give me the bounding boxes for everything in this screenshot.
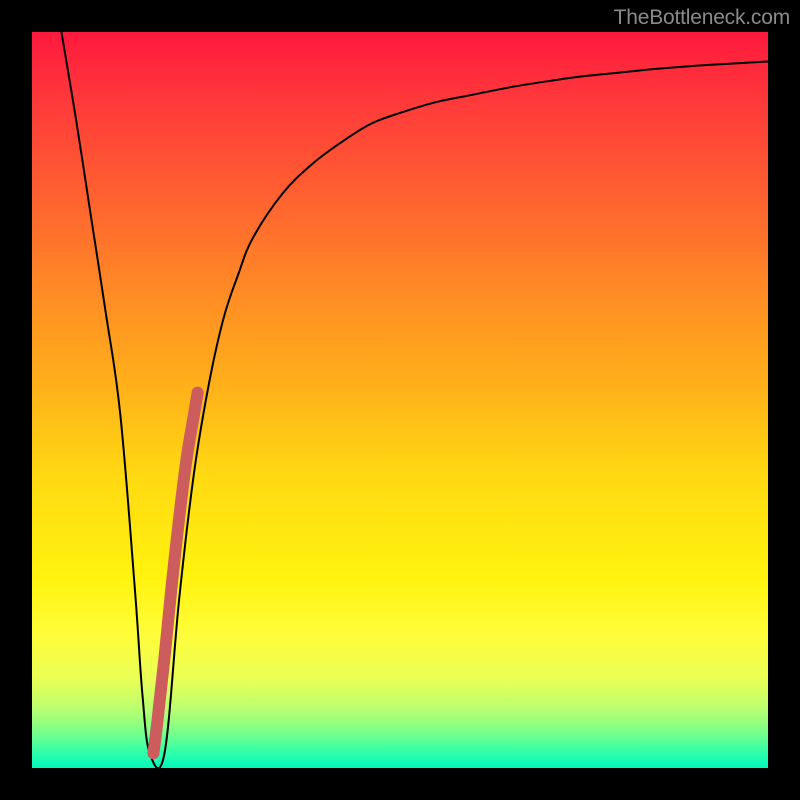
chart-container: TheBottleneck.com (0, 0, 800, 800)
series-highlight-segment (153, 393, 197, 754)
series-layer (61, 32, 768, 768)
plot-area (32, 32, 768, 768)
chart-svg (32, 32, 768, 768)
watermark-text: TheBottleneck.com (614, 6, 790, 30)
